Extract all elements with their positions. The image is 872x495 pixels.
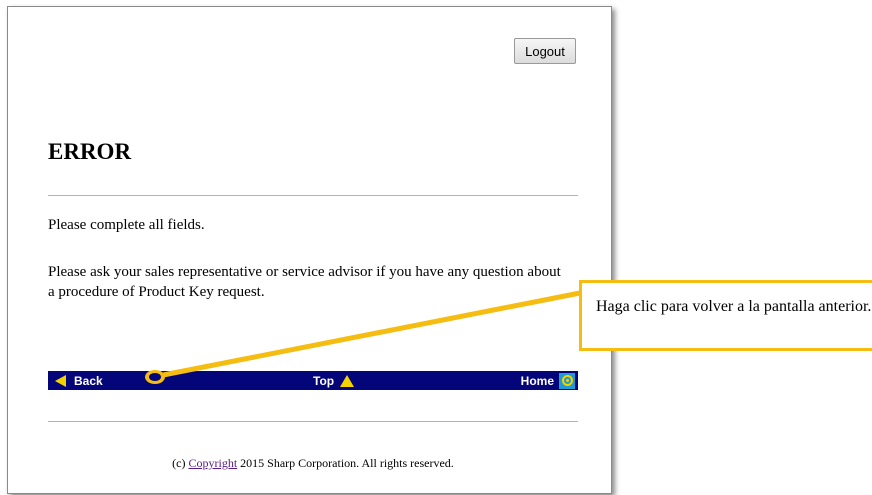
divider <box>48 195 578 196</box>
annotation-callout: Haga clic para volver a la pantalla ante… <box>579 280 872 351</box>
footer-suffix: 2015 Sharp Corporation. All rights reser… <box>237 456 454 470</box>
page-title: ERROR <box>48 139 132 164</box>
copyright-link[interactable]: Copyright <box>189 456 238 470</box>
back-link[interactable]: Back <box>55 371 103 390</box>
logout-button[interactable]: Logout <box>514 38 576 64</box>
home-label: Home <box>520 373 554 388</box>
back-label: Back <box>74 373 103 388</box>
arrow-left-icon <box>55 374 66 387</box>
divider <box>48 421 578 422</box>
error-message: Please complete all fields. <box>48 217 205 233</box>
arrow-up-icon <box>340 374 355 387</box>
home-link[interactable]: Home <box>521 371 575 390</box>
footer-copyright: (c) Copyright 2015 Sharp Corporation. Al… <box>48 456 578 471</box>
navigation-bar: Back Top Home <box>48 371 578 390</box>
web-page-frame: Logout ERROR Please complete all fields.… <box>7 6 612 494</box>
top-link[interactable]: Top <box>313 371 355 390</box>
top-label: Top <box>313 373 335 388</box>
help-message: Please ask your sales representative or … <box>48 264 561 300</box>
footer-prefix: (c) <box>172 456 189 470</box>
home-icon <box>559 372 575 389</box>
